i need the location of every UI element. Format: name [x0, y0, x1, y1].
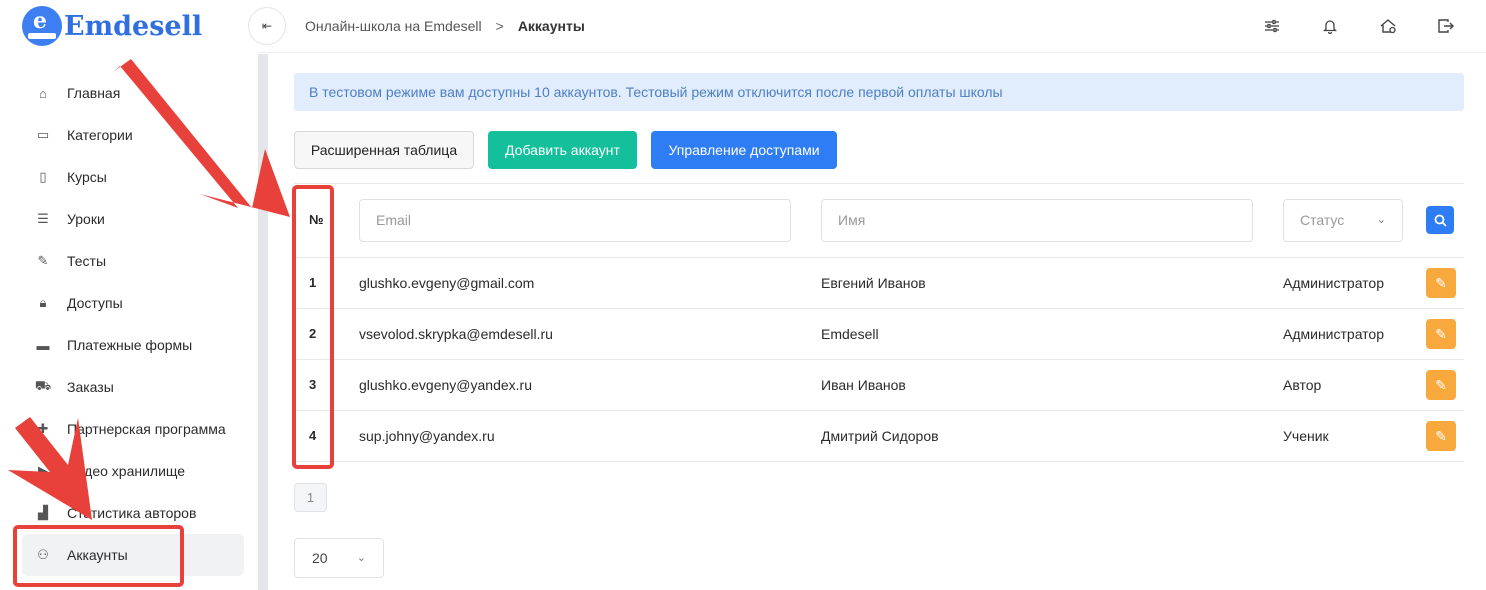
pagination-page-button[interactable]: 1 [294, 483, 327, 512]
row-role: Автор [1283, 377, 1322, 393]
bar-chart-icon: ▟ [38, 505, 48, 520]
row-email: sup.johny@yandex.ru [359, 428, 495, 444]
table-row[interactable]: 1 glushko.evgeny@gmail.com Евгений Иванов А… [294, 257, 1464, 308]
annotation-highlight-accounts-item [13, 525, 184, 587]
lock-icon: 🔒︎ [39, 295, 47, 310]
row-email: vsevolod.skrypka@emdesell.ru [359, 326, 553, 342]
sidebar-item-9[interactable]: ▶ Видео хранилище [22, 450, 244, 492]
sidebar-item-label: Платежные формы [67, 337, 193, 353]
pencil-icon: ✎ [1435, 376, 1447, 393]
table-row[interactable]: 4 sup.johny@yandex.ru Дмитрий Сидоров Учени… [294, 410, 1464, 461]
home-icon: ⌂ [39, 85, 47, 101]
pencil-icon: ✎ [1435, 427, 1447, 444]
collapse-left-icon: ⇤ [261, 19, 273, 33]
sidebar-item-7[interactable]: ⛟ Заказы [22, 366, 244, 408]
pencil-icon: ✎ [1435, 325, 1447, 342]
sidebar-scrollbar[interactable] [258, 54, 268, 590]
row-role: Администратор [1283, 326, 1385, 342]
sidebar-item-8[interactable]: ✚ Партнерская программа [22, 408, 244, 450]
status-filter-select[interactable]: Статус ⌄ [1283, 199, 1403, 242]
sidebar-item-label: Курсы [67, 169, 107, 185]
settings-sliders-icon[interactable] [1262, 14, 1282, 38]
row-email: glushko.evgeny@gmail.com [359, 275, 535, 291]
per-page-value: 20 [312, 550, 328, 566]
edit-button[interactable]: ✎ [1426, 370, 1456, 400]
email-filter-input[interactable]: Email [359, 199, 791, 242]
sidebar-item-label: Категории [67, 127, 133, 143]
breadcrumb-separator: > [495, 18, 504, 34]
sidebar-item-label: Главная [67, 85, 121, 101]
sidebar-item-label: Доступы [67, 295, 123, 311]
search-button[interactable] [1426, 206, 1454, 234]
edit-icon: ✎ [37, 253, 49, 268]
manage-access-button[interactable]: Управление доступами [651, 131, 837, 169]
sidebar-item-4[interactable]: ✎ Тесты [22, 240, 244, 282]
extended-table-button[interactable]: Расширенная таблица [294, 131, 474, 169]
name-filter-input[interactable]: Имя [821, 199, 1253, 242]
breadcrumb-current: Аккаунты [517, 18, 585, 34]
row-email: glushko.evgeny@yandex.ru [359, 377, 532, 393]
logo-letter: e [33, 8, 47, 34]
sidebar: e Emdesell ⌂ Главная ▭ Категории ▯ Курсы ☰ Урок… [0, 0, 258, 590]
cart-icon: ⛟ [34, 378, 52, 393]
search-icon [1434, 214, 1447, 227]
table-row[interactable]: 3 glushko.evgeny@yandex.ru Иван Иванов Авто… [294, 359, 1464, 410]
chevron-down-icon: ⌄ [1376, 214, 1386, 226]
logout-icon[interactable] [1436, 14, 1456, 38]
logo-text: Emdesell [64, 10, 203, 42]
edit-button[interactable]: ✎ [1426, 319, 1456, 349]
sidebar-item-label: Уроки [67, 211, 105, 227]
test-mode-alert: В тестовом режиме вам доступны 10 аккаун… [294, 73, 1464, 111]
sidebar-item-label: Видео хранилище [67, 463, 186, 479]
annotation-highlight-number-column [292, 185, 334, 469]
sidebar-item-3[interactable]: ☰ Уроки [22, 198, 244, 240]
row-role: Ученик [1283, 428, 1329, 444]
sidebar-item-label: Тесты [67, 253, 107, 269]
sidebar-item-5[interactable]: 🔒︎ Доступы [22, 282, 244, 324]
video-icon: ▶ [38, 463, 48, 478]
row-name: Евгений Иванов [821, 275, 926, 291]
status-filter-placeholder: Статус [1300, 212, 1345, 228]
add-account-button[interactable]: Добавить аккаунт [488, 131, 637, 169]
sidebar-item-0[interactable]: ⌂ Главная [22, 72, 244, 114]
row-name: Emdesell [821, 326, 879, 342]
sidebar-item-label: Статистика авторов [67, 505, 197, 521]
collapse-sidebar-button[interactable]: ⇤ [248, 7, 286, 45]
logo[interactable]: e Emdesell [22, 6, 202, 46]
sidebar-item-6[interactable]: ▬ Платежные формы [22, 324, 244, 366]
sidebar-item-1[interactable]: ▭ Категории [22, 114, 244, 156]
breadcrumb-parent[interactable]: Онлайн-школа на Emdesell [305, 18, 482, 34]
gift-icon: ✚ [37, 421, 49, 436]
chevron-down-icon: ⌄ [356, 552, 366, 564]
sidebar-item-label: Партнерская программа [67, 421, 226, 437]
edit-button[interactable]: ✎ [1426, 421, 1456, 451]
row-name: Иван Иванов [821, 377, 906, 393]
table-row[interactable]: 2 vsevolod.skrypka@emdesell.ru Emdesell Адм… [294, 308, 1464, 359]
edit-button[interactable]: ✎ [1426, 268, 1456, 298]
book-icon: ▯ [39, 169, 47, 184]
sidebar-nav: ⌂ Главная ▭ Категории ▯ Курсы ☰ Уроки ✎ Тесты 🔒︎ До… [22, 72, 244, 576]
table-top-border [294, 183, 1464, 184]
sidebar-item-label: Заказы [67, 379, 114, 395]
credit-card-icon: ▬ [36, 337, 50, 353]
pencil-icon: ✎ [1435, 274, 1447, 291]
folder-icon: ▭ [36, 127, 50, 142]
home-settings-icon[interactable] [1378, 14, 1398, 38]
top-actions [1262, 14, 1456, 38]
row-name: Дмитрий Сидоров [821, 428, 939, 444]
bell-icon[interactable] [1320, 14, 1340, 38]
per-page-select[interactable]: 20 ⌄ [294, 538, 384, 578]
sidebar-item-2[interactable]: ▯ Курсы [22, 156, 244, 198]
table-bottom-border [294, 461, 1464, 462]
topbar: ⇤ Онлайн-школа на Emdesell > Аккаунты [248, 0, 1486, 53]
logo-mark-icon: e [22, 6, 62, 46]
breadcrumb: Онлайн-школа на Emdesell > Аккаунты [305, 18, 585, 34]
list-icon: ☰ [37, 211, 49, 226]
row-role: Администратор [1283, 275, 1385, 291]
